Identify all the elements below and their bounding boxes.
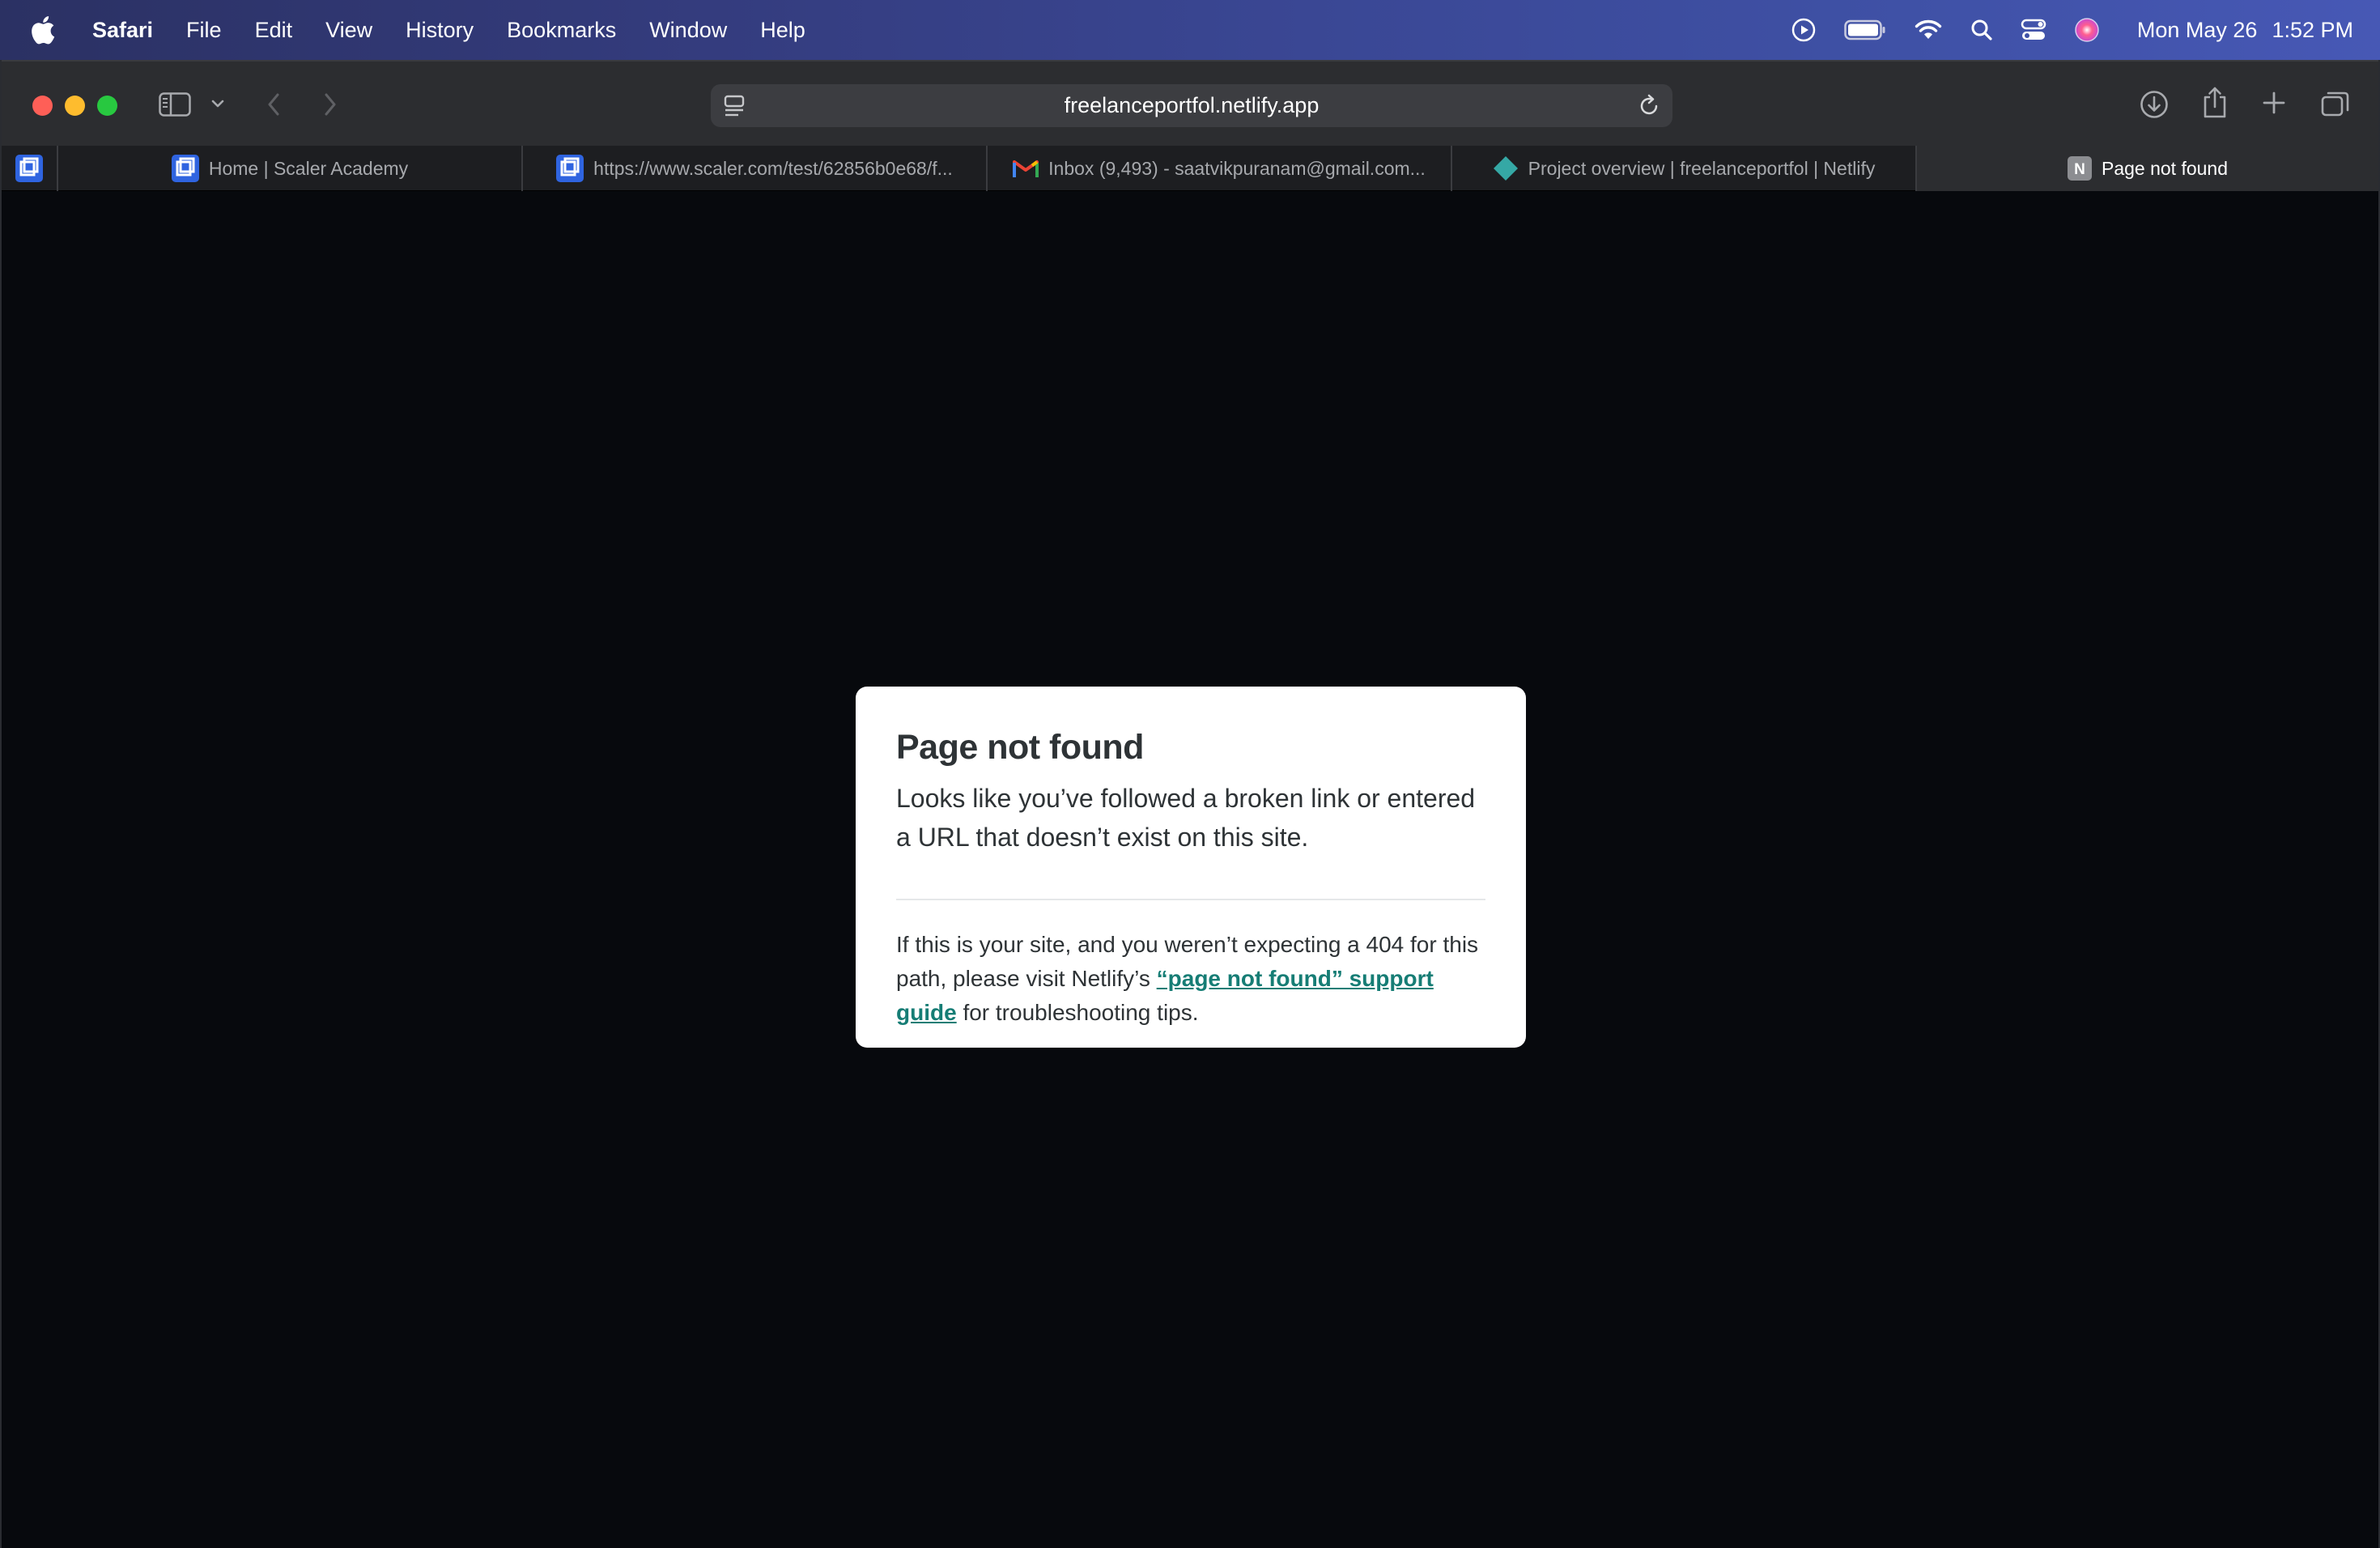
share-button[interactable]: [2202, 86, 2228, 120]
tab-overview-icon: [2321, 91, 2349, 117]
clock-date: Mon May 26: [2136, 17, 2258, 42]
scaler-favicon: [15, 155, 43, 182]
menu-help[interactable]: Help: [760, 18, 805, 43]
sidebar-toggle-button[interactable]: [159, 92, 191, 117]
safari-toolbar: freelanceportfol.netlify.app: [2, 60, 2378, 146]
tab-scaler-test[interactable]: https://www.scaler.com/test/62856b0e68/f…: [523, 146, 988, 191]
netlify-favicon: [1493, 155, 1519, 181]
menu-view[interactable]: View: [325, 18, 372, 43]
tab-group-menu-button[interactable]: [210, 97, 225, 110]
svg-text:N: N: [2074, 161, 2085, 178]
clock-time: 1:52 PM: [2272, 17, 2353, 42]
page-content: Page not found Looks like you’ve followe…: [2, 191, 2378, 1548]
window-controls: [32, 96, 130, 116]
tab-gmail-inbox[interactable]: Inbox (9,493) - saatvikpuranam@gmail.com…: [988, 146, 1452, 191]
forward-button[interactable]: [321, 91, 340, 118]
battery-icon[interactable]: [1844, 19, 1886, 40]
new-tab-button[interactable]: [2262, 91, 2286, 115]
page-menu-icon[interactable]: [722, 94, 746, 122]
wifi-icon[interactable]: [1914, 19, 1943, 41]
spotlight-search-icon[interactable]: [1970, 19, 1993, 41]
zoom-window-button[interactable]: [97, 96, 117, 116]
error-description: Looks like you’ve followed a broken link…: [896, 784, 1476, 852]
scaler-favicon: [556, 155, 584, 182]
now-playing-icon[interactable]: [1791, 17, 1817, 43]
share-icon: [2204, 87, 2226, 118]
tab-title: Page not found: [2101, 157, 2229, 179]
sidebar-icon: [159, 92, 191, 117]
menu-history[interactable]: History: [406, 18, 474, 43]
menu-window[interactable]: Window: [649, 18, 727, 43]
chevron-right-icon: [325, 93, 336, 116]
close-window-button[interactable]: [32, 96, 53, 116]
tab-overview-button[interactable]: [2320, 89, 2351, 118]
tab-scaler-home[interactable]: Home | Scaler Academy: [58, 146, 523, 191]
not-found-card: Page not found Looks like you’ve followe…: [856, 687, 1526, 1048]
troubleshooting-text: If this is your site, and you weren’t ex…: [896, 928, 1485, 1030]
reload-icon[interactable]: [1637, 94, 1661, 122]
tab-bar: Home | Scaler Academy https://www.scaler…: [2, 146, 2378, 191]
menu-safari[interactable]: Safari: [92, 18, 153, 43]
tab-netlify-project[interactable]: Project overview | freelanceportfol | Ne…: [1452, 146, 1917, 191]
scaler-favicon: [171, 155, 199, 182]
back-button[interactable]: [264, 91, 283, 118]
tab-title: Project overview | freelanceportfol | Ne…: [1528, 157, 1876, 179]
tab-page-not-found[interactable]: N Page not found: [1917, 146, 2378, 191]
n-favicon: N: [2067, 156, 2092, 181]
safari-window: freelanceportfol.netlify.app Home | Scal…: [0, 60, 2380, 1548]
menu-bookmarks[interactable]: Bookmarks: [507, 18, 616, 43]
gmail-favicon: [1013, 158, 1039, 179]
download-icon: [2140, 91, 2168, 118]
control-center-icon[interactable]: [2021, 19, 2046, 41]
siri-icon[interactable]: [2074, 17, 2100, 43]
plus-icon: [2263, 91, 2285, 114]
tab-title: https://www.scaler.com/test/62856b0e68/f…: [593, 157, 953, 179]
url-text: freelanceportfol.netlify.app: [1064, 93, 1320, 117]
chevron-down-icon: [211, 100, 224, 108]
address-bar[interactable]: freelanceportfol.netlify.app: [711, 84, 1672, 127]
page-title: Page not found: [896, 728, 1144, 767]
apple-menu-icon[interactable]: [31, 15, 55, 45]
tab-title: Inbox (9,493) - saatvikpuranam@gmail.com…: [1048, 157, 1426, 179]
menu-bar: Safari File Edit View History Bookmarks …: [0, 0, 2380, 60]
menu-edit[interactable]: Edit: [255, 18, 293, 43]
downloads-button[interactable]: [2139, 89, 2170, 120]
menubar-clock[interactable]: Mon May 26 1:52 PM: [2137, 18, 2353, 43]
divider: [896, 899, 1485, 900]
tab-pinned-scaler[interactable]: [2, 146, 58, 191]
menu-file[interactable]: File: [186, 18, 222, 43]
minimize-window-button[interactable]: [65, 96, 85, 116]
tab-title: Home | Scaler Academy: [208, 157, 409, 179]
tips-text-after: for troubleshooting tips.: [956, 1000, 1199, 1025]
chevron-left-icon: [268, 93, 279, 116]
